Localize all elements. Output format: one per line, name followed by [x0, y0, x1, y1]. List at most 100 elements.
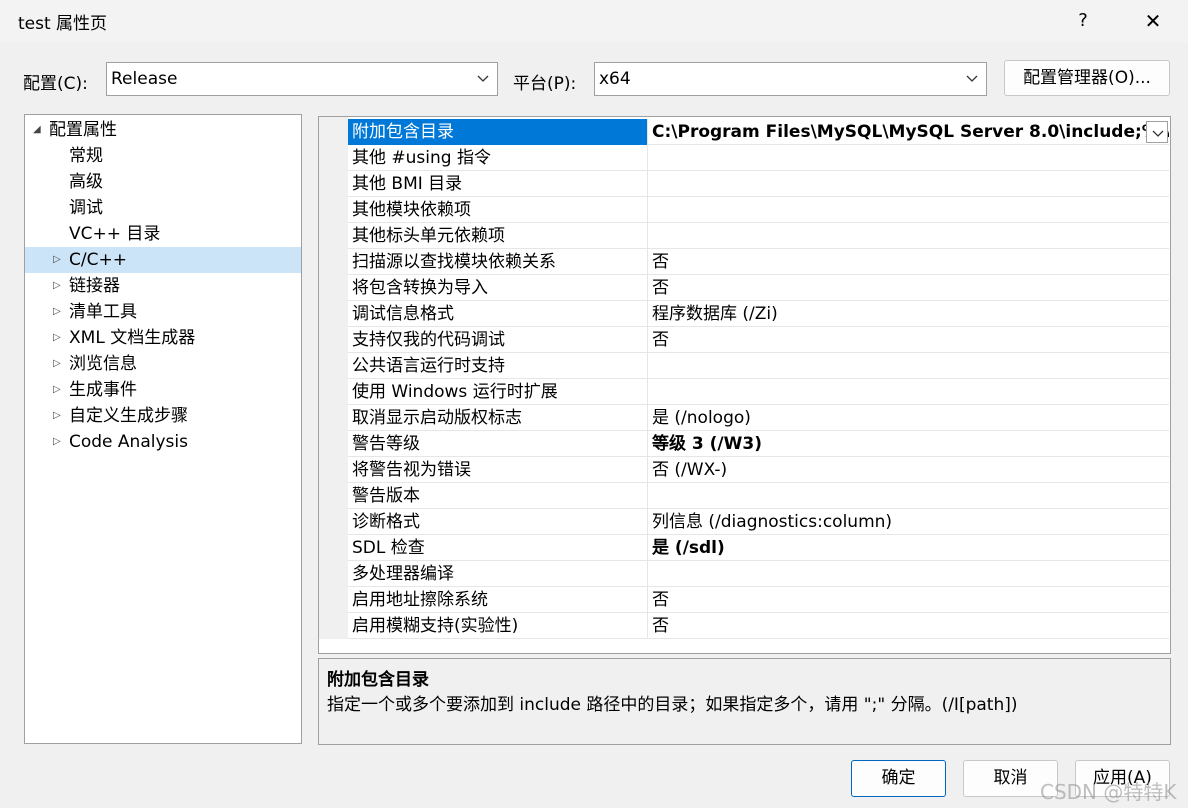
property-name: 扫描源以查找模块依赖关系: [348, 249, 648, 275]
property-name: 多处理器编译: [348, 561, 648, 587]
property-value[interactable]: C:\Program Files\MySQL\MySQL Server 8.0\…: [648, 119, 1169, 145]
description-panel: 附加包含目录 指定一个或多个要添加到 include 路径中的目录；如果指定多个…: [318, 658, 1171, 745]
property-value[interactable]: [648, 197, 1169, 223]
description-text: 指定一个或多个要添加到 include 路径中的目录；如果指定多个，请用 ";"…: [327, 695, 1018, 715]
configuration-select[interactable]: Release: [106, 62, 498, 96]
property-row[interactable]: 将警告视为错误否 (/WX-): [348, 457, 1169, 483]
property-row[interactable]: 其他模块依赖项: [348, 197, 1169, 223]
tree-root-item[interactable]: ◢ 配置属性: [25, 117, 301, 143]
property-name: 其他 #using 指令: [348, 145, 648, 171]
expanded-arrow-icon[interactable]: ◢: [33, 117, 47, 143]
property-row[interactable]: SDL 检查是 (/sdl): [348, 535, 1169, 561]
ok-button[interactable]: 确定: [851, 760, 946, 797]
property-row[interactable]: 调试信息格式 程序数据库 (/Zi): [348, 301, 1169, 327]
tree-item[interactable]: ▷ Code Analysis: [25, 429, 301, 455]
collapsed-arrow-icon[interactable]: ▷: [53, 247, 67, 273]
collapsed-arrow-icon[interactable]: ▷: [53, 429, 67, 455]
property-value[interactable]: 否: [648, 587, 1169, 613]
property-row[interactable]: 其他 BMI 目录: [348, 171, 1169, 197]
property-row[interactable]: 其他 #using 指令: [348, 145, 1169, 171]
property-name: 其他标头单元依赖项: [348, 223, 648, 249]
property-row[interactable]: 支持仅我的代码调试否: [348, 327, 1169, 353]
tree-item-label: 链接器: [69, 276, 120, 296]
collapsed-arrow-icon[interactable]: ▷: [53, 377, 67, 403]
tree-item[interactable]: ▷ 清单工具: [25, 299, 301, 325]
property-grid: 附加包含目录 C:\Program Files\MySQL\MySQL Serve…: [318, 116, 1171, 654]
property-value[interactable]: [648, 171, 1169, 197]
property-value[interactable]: 否: [648, 613, 1169, 639]
help-button[interactable]: ?: [1066, 4, 1100, 38]
property-value[interactable]: 等级 3 (/W3): [648, 431, 1169, 457]
property-row[interactable]: 其他标头单元依赖项: [348, 223, 1169, 249]
collapsed-arrow-icon[interactable]: ▷: [53, 273, 67, 299]
tree-item-label: 自定义生成步骤: [69, 406, 188, 426]
property-value[interactable]: [648, 223, 1169, 249]
property-row[interactable]: 诊断格式 列信息 (/diagnostics:column): [348, 509, 1169, 535]
tree-item[interactable]: ▷ 自定义生成步骤: [25, 403, 301, 429]
property-row[interactable]: 扫描源以查找模块依赖关系否: [348, 249, 1169, 275]
property-name: 启用地址擦除系统: [348, 587, 648, 613]
property-name: 其他 BMI 目录: [348, 171, 648, 197]
property-value[interactable]: 否: [648, 249, 1169, 275]
tree-item[interactable]: ▷ 链接器: [25, 273, 301, 299]
tree-item-label: 浏览信息: [69, 354, 137, 374]
property-name: 警告等级: [348, 431, 648, 457]
platform-select[interactable]: x64: [594, 62, 987, 96]
property-name: 调试信息格式: [348, 301, 648, 327]
tree-item-label: 配置属性: [49, 120, 117, 140]
property-value[interactable]: [648, 353, 1169, 379]
tree-item-label: 常规: [69, 146, 103, 166]
property-row[interactable]: 公共语言运行时支持: [348, 353, 1169, 379]
tree-item[interactable]: ▷ C/C++: [25, 247, 301, 273]
property-value[interactable]: 是 (/sdl): [648, 535, 1169, 561]
collapsed-arrow-icon[interactable]: ▷: [53, 325, 67, 351]
property-row[interactable]: 启用地址擦除系统否: [348, 587, 1169, 613]
window-title: test 属性页: [18, 14, 108, 34]
tree-item-label: Code Analysis: [69, 432, 188, 452]
tree-item[interactable]: VC++ 目录: [25, 221, 301, 247]
property-value[interactable]: 是 (/nologo): [648, 405, 1169, 431]
tree-item[interactable]: ▷ XML 文档生成器: [25, 325, 301, 351]
property-value[interactable]: 否: [648, 327, 1169, 353]
tree-item[interactable]: ▷ 生成事件: [25, 377, 301, 403]
property-row[interactable]: 将包含转换为导入否: [348, 275, 1169, 301]
property-name: SDL 检查: [348, 535, 648, 561]
property-value[interactable]: 程序数据库 (/Zi): [648, 301, 1169, 327]
property-value[interactable]: [648, 483, 1169, 509]
collapsed-arrow-icon[interactable]: ▷: [53, 403, 67, 429]
property-row[interactable]: 取消显示启动版权标志是 (/nologo): [348, 405, 1169, 431]
property-pages-dialog: test 属性页 ? ✕ 配置(C): Release 平台(P): x64 配…: [0, 0, 1188, 808]
property-value[interactable]: 否 (/WX-): [648, 457, 1169, 483]
property-row[interactable]: 警告等级 等级 3 (/W3): [348, 431, 1169, 457]
property-name: 启用模糊支持(实验性): [348, 613, 648, 639]
tree-item[interactable]: ▷ 浏览信息: [25, 351, 301, 377]
tree-item[interactable]: 高级: [25, 169, 301, 195]
property-value[interactable]: [648, 145, 1169, 171]
property-value[interactable]: [648, 561, 1169, 587]
property-value[interactable]: 列信息 (/diagnostics:column): [648, 509, 1169, 535]
configuration-manager-button[interactable]: 配置管理器(O)...: [1004, 60, 1170, 96]
tree-item-label: 生成事件: [69, 380, 137, 400]
property-value[interactable]: 否: [648, 275, 1169, 301]
property-row[interactable]: 启用模糊支持(实验性) 否: [348, 613, 1169, 639]
property-value[interactable]: [648, 379, 1169, 405]
property-name: 支持仅我的代码调试: [348, 327, 648, 353]
collapsed-arrow-icon[interactable]: ▷: [53, 299, 67, 325]
property-row[interactable]: 多处理器编译: [348, 561, 1169, 587]
property-row[interactable]: 附加包含目录 C:\Program Files\MySQL\MySQL Serve…: [348, 119, 1169, 145]
close-icon[interactable]: ✕: [1134, 4, 1172, 38]
property-row[interactable]: 警告版本: [348, 483, 1169, 509]
grid-gutter: [319, 117, 348, 639]
chevron-down-icon: [475, 63, 491, 95]
tree-item-label: 清单工具: [69, 302, 137, 322]
tree-item[interactable]: 常规: [25, 143, 301, 169]
collapsed-arrow-icon[interactable]: ▷: [53, 351, 67, 377]
description-title: 附加包含目录: [327, 670, 429, 690]
property-tree: ◢ 配置属性 常规 高级 调试 VC++ 目录 ▷ C/C++ ▷ 链接器 ▷ 清单工具 ▷ XML 文档…: [24, 114, 302, 744]
property-name: 其他模块依赖项: [348, 197, 648, 223]
property-row[interactable]: 使用 Windows 运行时扩展: [348, 379, 1169, 405]
platform-label: 平台(P):: [513, 74, 577, 94]
property-name: 将警告视为错误: [348, 457, 648, 483]
value-dropdown-button[interactable]: [1146, 121, 1168, 143]
tree-item[interactable]: 调试: [25, 195, 301, 221]
